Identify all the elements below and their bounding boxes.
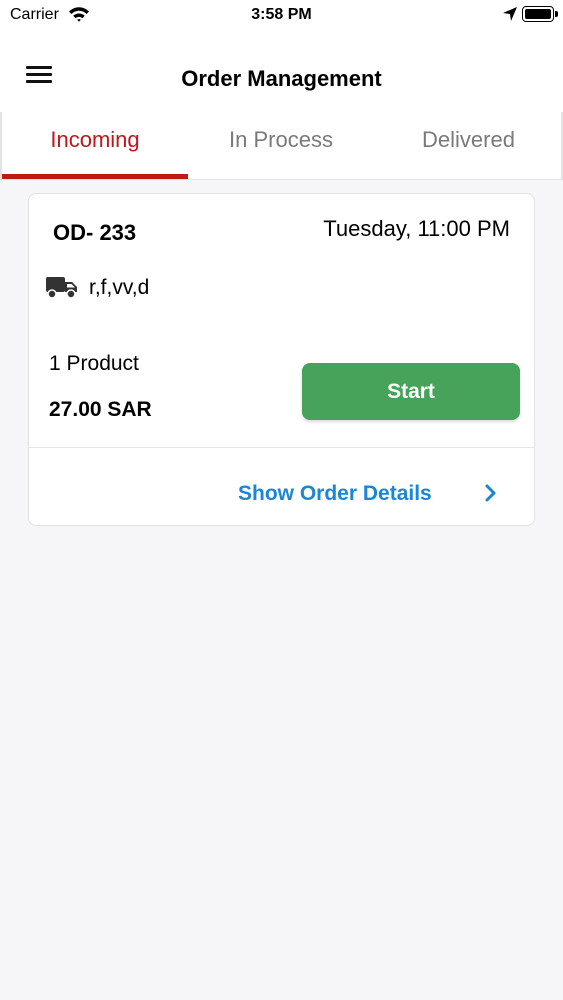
status-bar: Carrier 3:58 PM: [0, 0, 563, 32]
chevron-right-icon[interactable]: [483, 481, 499, 505]
tab-incoming[interactable]: Incoming: [2, 112, 188, 178]
status-time: 3:58 PM: [251, 6, 312, 23]
start-button[interactable]: Start: [302, 363, 520, 420]
show-order-details-link[interactable]: Show Order Details: [238, 482, 432, 506]
battery-icon: [522, 6, 554, 22]
location-arrow-icon: [503, 7, 517, 21]
card-divider: [29, 447, 534, 448]
page-title: Order Management: [181, 66, 382, 91]
delivery-address: r,f,vv,d: [89, 276, 150, 299]
tab-delivered[interactable]: Delivered: [374, 112, 563, 178]
order-status-tabs: Incoming In Process Delivered: [0, 112, 563, 180]
tab-in-process[interactable]: In Process: [188, 112, 374, 178]
order-total: 27.00 SAR: [49, 398, 152, 421]
order-card: OD- 233 Tuesday, 11:00 PM r,f,vv,d 1 Pro…: [28, 193, 535, 526]
order-date: Tuesday, 11:00 PM: [323, 216, 510, 241]
truck-icon: [46, 277, 77, 299]
product-count: 1 Product: [49, 352, 139, 375]
active-tab-indicator: [2, 174, 188, 179]
order-id: OD- 233: [53, 220, 137, 245]
battery-tip: [555, 11, 558, 17]
